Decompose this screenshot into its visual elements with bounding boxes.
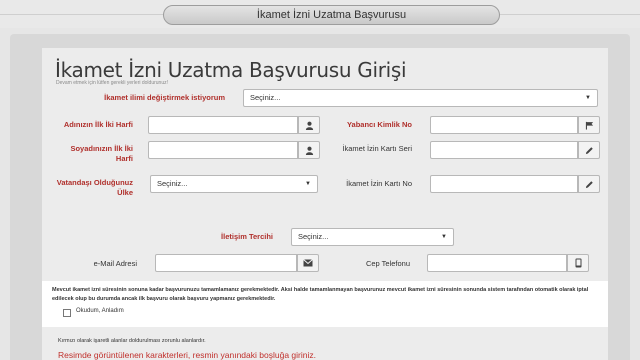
foreign-id-input[interactable]	[430, 116, 578, 134]
first-name-label: Adınızın İlk İki Harfi	[63, 120, 133, 129]
nationality-label: Vatandaşı Olduğunuz Ülke	[56, 178, 133, 197]
first-name-input[interactable]	[148, 116, 298, 134]
envelope-icon	[297, 254, 319, 272]
user-icon	[298, 141, 320, 159]
mobile-icon	[567, 254, 589, 272]
phone-input[interactable]	[427, 254, 567, 272]
read-understood-label[interactable]: Okudum, Anladım	[76, 308, 124, 314]
email-input[interactable]	[155, 254, 297, 272]
foreign-id-label: Yabancı Kimlik No	[346, 120, 412, 129]
chevron-down-icon: ▼	[305, 181, 311, 187]
change-place-value: Seçiniz...	[250, 93, 281, 102]
read-understood-checkbox[interactable]	[63, 309, 71, 317]
card-no-label: İkamet İzin Kartı No	[346, 179, 412, 188]
notice-text: Mevcut ikamet izni süresinin sonuna kada…	[52, 287, 589, 302]
card-series-label: İkamet İzin Kartı Seri	[342, 144, 412, 153]
last-name-input[interactable]	[148, 141, 298, 159]
user-icon	[298, 116, 320, 134]
contact-pref-value: Seçiniz...	[298, 232, 329, 241]
contact-pref-label: İletişim Tercihi	[221, 232, 273, 241]
change-place-label: İkamet ilimi değiştirmek istiyorum	[104, 93, 225, 102]
required-fields-note: Kırmızı olarak işaretli alanlar doldurul…	[58, 338, 206, 344]
card-series-input[interactable]	[430, 141, 578, 159]
phone-label: Cep Telefonu	[365, 259, 410, 268]
header-title: İkamet İzni Uzatma Başvurusu	[163, 5, 500, 25]
captcha-instruction: Resimde görüntülenen karakterleri, resmi…	[58, 350, 316, 360]
chevron-down-icon: ▼	[441, 234, 447, 240]
nationality-select[interactable]: Seçiniz... ▼	[150, 175, 318, 193]
top-bar: İkamet İzni Uzatma Başvurusu	[0, 0, 640, 28]
pencil-icon	[578, 141, 600, 159]
email-label: e-Mail Adresi	[93, 259, 137, 268]
card-no-input[interactable]	[430, 175, 578, 193]
last-name-label: Soyadınızın İlk İki Harfi	[70, 144, 133, 163]
page-subtitle: Devam etmek için lütfen gerekli yerleri …	[56, 80, 168, 86]
nationality-value: Seçiniz...	[157, 179, 188, 188]
flag-icon	[578, 116, 600, 134]
change-place-select[interactable]: Seçiniz... ▼	[243, 89, 598, 107]
chevron-down-icon: ▼	[585, 95, 591, 101]
page-title: İkamet İzni Uzatma Başvurusu Girişi	[55, 58, 407, 82]
pencil-icon	[578, 175, 600, 193]
contact-pref-select[interactable]: Seçiniz... ▼	[291, 228, 454, 246]
